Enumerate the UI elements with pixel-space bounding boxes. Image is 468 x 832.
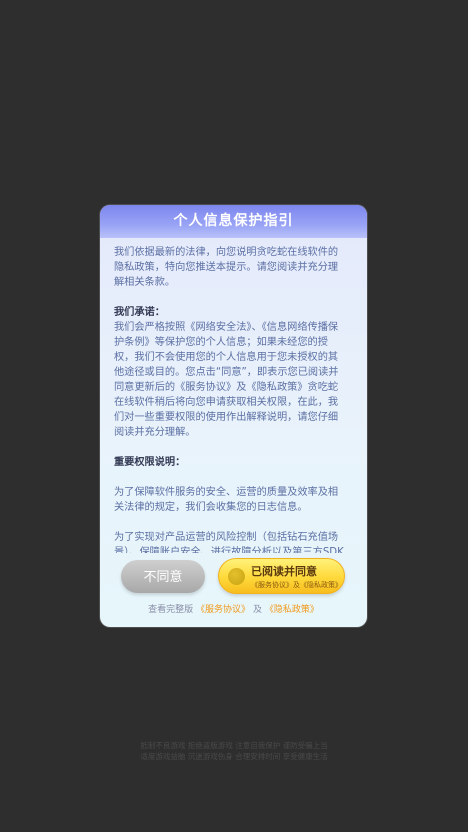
agree-button[interactable]: 已阅读并同意 《服务协议》及《隐私政策》: [218, 558, 345, 594]
service-agreement-link[interactable]: 《服务协议》: [196, 605, 250, 615]
dialog-content[interactable]: 我们依据最新的法律，向您说明贪吃蛇在线软件的隐私政策，特向您推送本提示。请您阅读…: [114, 245, 346, 553]
permissions-heading: 重要权限说明：: [114, 457, 186, 468]
footer-prefix: 查看完整版: [148, 605, 194, 615]
commitment-heading: 我们承诺：: [114, 307, 165, 318]
disagree-button[interactable]: 不同意: [121, 560, 205, 593]
dialog-footer: 查看完整版 《服务协议》 及 《隐私政策》: [100, 602, 367, 615]
permissions-text-2: 为了实现对产品运营的风险控制（包括钻石充值场景）、保障账户安全、进行故障分析以及…: [114, 532, 344, 553]
notice-line-2: 适度游戏益脑 沉迷游戏伤身 合理安排时间 享受健康生活: [140, 752, 328, 761]
agree-button-sublabel: 《服务协议》及《隐私政策》: [251, 582, 342, 589]
health-gaming-notice: 抵制不良游戏 拒绝盗版游戏 注意自我保护 谨防受骗上当 适度游戏益脑 沉迷游戏伤…: [0, 740, 468, 762]
privacy-policy-link[interactable]: 《隐私政策》: [265, 605, 319, 615]
agree-badge-icon: [228, 568, 245, 585]
permissions-text-1: 为了保障软件服务的安全、运营的质量及效率及相关法律的规定，我们会收集您的日志信息…: [114, 487, 339, 513]
privacy-dialog: 个人信息保护指引 我们依据最新的法律，向您说明贪吃蛇在线软件的隐私政策，特向您推…: [100, 205, 367, 627]
footer-and: 及: [252, 605, 262, 615]
dialog-title: 个人信息保护指引: [100, 205, 367, 238]
notice-line-1: 抵制不良游戏 拒绝盗版游戏 注意自我保护 谨防受骗上当: [140, 741, 328, 750]
agree-button-label: 已阅读并同意: [251, 566, 317, 578]
intro-text: 我们依据最新的法律，向您说明贪吃蛇在线软件的隐私政策，特向您推送本提示。请您阅读…: [114, 247, 339, 288]
commitment-text: 我们会严格按照《网络安全法》、《信息网络传播保护条例》等保护您的个人信息；如果未…: [114, 322, 339, 438]
